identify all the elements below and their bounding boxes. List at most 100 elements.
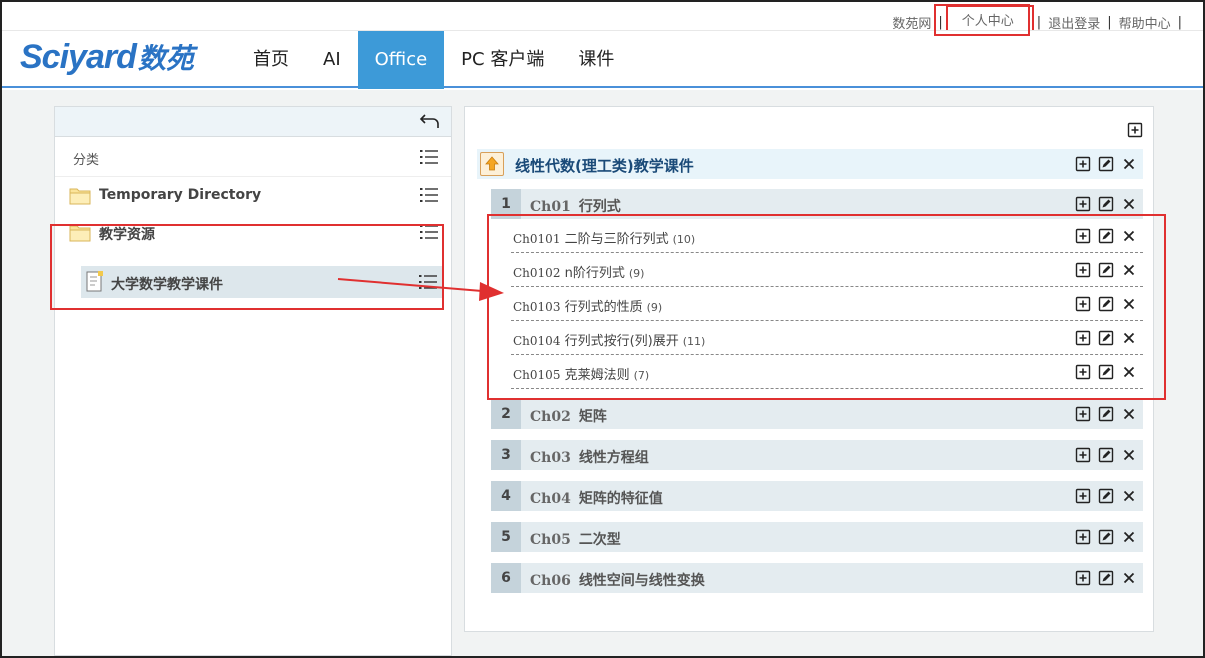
row-actions	[1068, 488, 1137, 504]
close-icon[interactable]	[1121, 262, 1137, 278]
chapter-name: 矩阵	[578, 409, 607, 425]
close-icon[interactable]	[1121, 228, 1137, 244]
chapter-title: Ch01 行列式	[530, 196, 621, 216]
sciyard-logo[interactable]: Sciyard 数苑	[20, 37, 194, 77]
add-icon[interactable]	[1075, 406, 1091, 422]
list-menu-icon[interactable]	[419, 223, 439, 241]
section-name: n阶行列式	[564, 266, 625, 281]
up-level-button[interactable]	[480, 152, 504, 176]
list-menu-icon[interactable]	[419, 148, 439, 166]
logout-link[interactable]: 退出登录	[1044, 13, 1104, 32]
edit-icon[interactable]	[1098, 570, 1114, 586]
section-row[interactable]: Ch0101 二阶与三阶行列式 (10)	[511, 219, 1143, 253]
chapter-name: 线性空间与线性变换	[578, 573, 705, 589]
edit-icon[interactable]	[1098, 488, 1114, 504]
list-menu-icon[interactable]	[418, 273, 438, 291]
add-icon[interactable]	[1075, 364, 1091, 380]
courseware-label: 大学数学教学课件	[111, 277, 223, 293]
courseware-item-selected[interactable]: 大学数学教学课件	[81, 266, 442, 298]
chapter-name: 行列式	[578, 199, 621, 215]
logo-text-cn: 数苑	[137, 42, 194, 75]
nav-office[interactable]: Office	[357, 31, 445, 89]
chapter-number: 4	[491, 481, 521, 511]
close-icon[interactable]	[1121, 156, 1137, 172]
chapter-code: Ch06	[530, 573, 571, 589]
nav-courseware[interactable]: 课件	[561, 31, 631, 89]
add-icon[interactable]	[1075, 529, 1091, 545]
back-arrow-icon[interactable]	[419, 111, 441, 131]
add-icon[interactable]	[1075, 570, 1091, 586]
close-icon[interactable]	[1121, 488, 1137, 504]
edit-icon[interactable]	[1098, 406, 1114, 422]
chapter-row[interactable]: 5 Ch05 二次型	[491, 522, 1143, 552]
close-icon[interactable]	[1121, 447, 1137, 463]
edit-icon[interactable]	[1098, 296, 1114, 312]
top-link-bar: 数苑网 | 个人中心 | 退出登录 | 帮助中心 |	[2, 2, 1203, 37]
chapter-code: Ch01	[530, 199, 571, 215]
chapter-code: Ch02	[530, 409, 571, 425]
folder-label: Temporary Directory	[99, 187, 262, 203]
add-icon[interactable]	[1075, 488, 1091, 504]
folder-item-teaching-resources[interactable]: 教学资源	[55, 214, 451, 251]
edit-icon[interactable]	[1098, 529, 1114, 545]
edit-icon[interactable]	[1098, 262, 1114, 278]
chapter-title: Ch05 二次型	[530, 529, 621, 549]
add-icon[interactable]	[1075, 156, 1091, 172]
edit-icon[interactable]	[1098, 196, 1114, 212]
close-icon[interactable]	[1121, 570, 1137, 586]
row-actions	[1068, 228, 1137, 244]
close-icon[interactable]	[1121, 296, 1137, 312]
add-icon[interactable]	[1075, 228, 1091, 244]
list-menu-icon[interactable]	[419, 186, 439, 204]
add-icon[interactable]	[1075, 447, 1091, 463]
nav-home[interactable]: 首页	[236, 31, 306, 89]
course-title: 线性代数(理工类)教学课件	[515, 157, 694, 175]
personal-center-link[interactable]: 个人中心	[958, 14, 1018, 29]
add-icon[interactable]	[1075, 196, 1091, 212]
chapter-number: 6	[491, 563, 521, 593]
edit-icon[interactable]	[1098, 364, 1114, 380]
chapter-row[interactable]: 6 Ch06 线性空间与线性变换	[491, 563, 1143, 593]
section-title: Ch0103 行列式的性质 (9)	[513, 296, 662, 315]
chapter-row[interactable]: 2 Ch02 矩阵	[491, 399, 1143, 429]
section-code: Ch0104	[513, 334, 561, 348]
add-icon[interactable]	[1075, 262, 1091, 278]
add-icon[interactable]	[1075, 296, 1091, 312]
section-code: Ch0103	[513, 300, 561, 314]
nav-ai[interactable]: AI	[306, 31, 358, 89]
site-link[interactable]: 数苑网	[888, 13, 935, 32]
section-code: Ch0101	[513, 232, 561, 246]
row-actions	[1068, 296, 1137, 312]
section-row[interactable]: Ch0105 克莱姆法则 (7)	[511, 355, 1143, 389]
row-actions	[1068, 330, 1137, 346]
close-icon[interactable]	[1121, 406, 1137, 422]
edit-icon[interactable]	[1098, 228, 1114, 244]
close-icon[interactable]	[1121, 330, 1137, 346]
edit-icon[interactable]	[1098, 156, 1114, 172]
close-icon[interactable]	[1121, 196, 1137, 212]
section-row[interactable]: Ch0103 行列式的性质 (9)	[511, 287, 1143, 321]
section-count: (7)	[633, 369, 650, 382]
edit-icon[interactable]	[1098, 330, 1114, 346]
section-title: Ch0104 行列式按行(列)展开 (11)	[513, 330, 705, 349]
folder-icon	[69, 188, 91, 205]
edit-icon[interactable]	[1098, 447, 1114, 463]
course-title-row[interactable]: 线性代数(理工类)教学课件	[477, 149, 1143, 179]
add-icon[interactable]	[1127, 122, 1143, 138]
close-icon[interactable]	[1121, 529, 1137, 545]
chapter-row[interactable]: 4 Ch04 矩阵的特征值	[491, 481, 1143, 511]
chapter-row[interactable]: 1 Ch01 行列式	[491, 189, 1143, 219]
section-name: 二阶与三阶行列式	[564, 232, 669, 247]
chapter-row[interactable]: 3 Ch03 线性方程组	[491, 440, 1143, 470]
nav-pc-client[interactable]: PC 客户端	[444, 31, 561, 89]
chapter-title: Ch03 线性方程组	[530, 447, 649, 467]
separator: |	[1036, 14, 1042, 30]
folder-item-temporary[interactable]: Temporary Directory	[55, 177, 451, 214]
chapter-name: 线性方程组	[578, 450, 649, 466]
chapter-name: 二次型	[578, 532, 621, 548]
section-row[interactable]: Ch0102 n阶行列式 (9)	[511, 253, 1143, 287]
add-icon[interactable]	[1075, 330, 1091, 346]
help-center-link[interactable]: 帮助中心	[1115, 13, 1175, 32]
close-icon[interactable]	[1121, 364, 1137, 380]
section-row[interactable]: Ch0104 行列式按行(列)展开 (11)	[511, 321, 1143, 355]
